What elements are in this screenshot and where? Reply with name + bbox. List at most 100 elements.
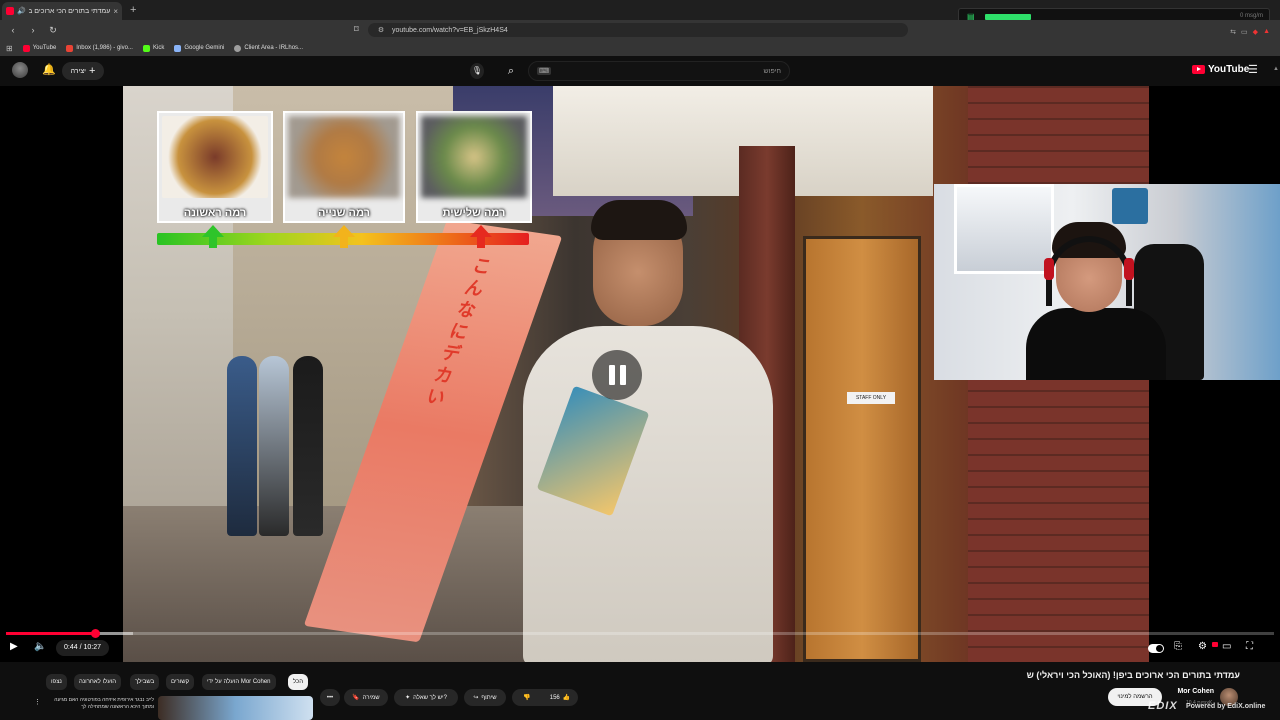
scene-wooden-door xyxy=(803,236,921,662)
like-button[interactable]: 156 👍 xyxy=(542,689,578,706)
ask-button[interactable]: ✦ יש לך שאלה? xyxy=(394,689,458,706)
fullscreen-icon[interactable]: ⛶ xyxy=(1246,641,1253,652)
staff-only-sign: STAFF ONLY xyxy=(847,392,895,404)
tab-title: עמדתי בתורים הכי ארוכים ביפ xyxy=(28,7,111,15)
voice-search-mic-icon[interactable]: 🎙 xyxy=(470,63,484,79)
video-title: עמדתי בתורים הכי ארוכים ביפן! (האוכל הכי… xyxy=(1026,670,1240,680)
forward-icon[interactable]: › xyxy=(26,25,40,35)
headset-earcup xyxy=(1044,258,1054,280)
url-text: youtube.com/watch?v=EB_jSkzH4S4 xyxy=(392,26,508,34)
chip-recent[interactable]: הועלו לאחרונה xyxy=(74,674,122,690)
globe-icon xyxy=(234,44,242,52)
host-hair xyxy=(591,200,687,240)
reload-icon[interactable]: ↻ xyxy=(46,25,60,36)
scrubber-handle[interactable] xyxy=(90,629,100,638)
more-icon: ••• xyxy=(326,694,334,701)
bystander xyxy=(259,356,289,536)
progress-fill xyxy=(6,632,95,635)
chip-for-you[interactable]: בשבילך xyxy=(130,674,160,690)
pause-bar xyxy=(619,365,626,385)
dislike-button[interactable]: 👎 xyxy=(512,689,542,706)
site-settings-icon[interactable]: ⚙ xyxy=(376,25,386,35)
browser-extensions: ⇆ ▭ ◆ ▲ xyxy=(1230,28,1270,36)
edix-powered-text: Powered by EdiX.online xyxy=(1186,703,1266,710)
subtitles-icon[interactable]: ⎘ xyxy=(1174,641,1182,652)
recommendation-more-icon[interactable]: ⋮ xyxy=(34,698,41,706)
bookmark-youtube[interactable]: YouTube xyxy=(22,44,56,52)
url-bar[interactable]: ⚙ youtube.com/watch?v=EB_jSkzH4S4 xyxy=(368,23,908,37)
hd-badge xyxy=(1212,642,1218,647)
rank-card-2: רמה שנייה xyxy=(283,111,405,223)
translate-icon[interactable]: ⇆ xyxy=(1230,28,1236,36)
search-icon[interactable]: ⌕ xyxy=(500,61,522,81)
rank-food-image-blurred xyxy=(288,116,400,198)
headset-earcup xyxy=(1124,258,1134,280)
theater-mode-icon[interactable]: ▭ xyxy=(1222,641,1231,652)
recommendation-title[interactable]: לייב נבגר אירופית איזיחה בפורטוגיה האם מ… xyxy=(44,697,154,713)
create-button[interactable]: יצירה + xyxy=(62,62,104,80)
save-button[interactable]: 🔖 שמירה xyxy=(344,689,388,706)
browser-tab[interactable]: 🔊 עמדתי בתורים הכי ארוכים ביפ × xyxy=(2,2,122,20)
bookmark-client-area[interactable]: Client Area - IRLhos... xyxy=(234,44,303,52)
notifications-bell-icon[interactable]: 🔔 xyxy=(42,63,56,76)
edix-watermark-logo: EDIX xyxy=(1148,700,1178,712)
youtube-icon xyxy=(22,44,30,52)
bookmark-icon[interactable]: ⌑ xyxy=(354,24,359,35)
ask-label: יש לך שאלה? xyxy=(413,694,447,701)
share-label: שיתוף xyxy=(481,694,497,701)
cam-wall-poster xyxy=(1112,188,1148,224)
bookmark-gemini[interactable]: Google Gemini xyxy=(174,44,224,52)
host-person xyxy=(513,196,773,662)
search-placeholder: חיפוש xyxy=(763,67,781,75)
streamer-shirt xyxy=(1026,308,1166,380)
bookmark-gmail[interactable]: Inbox (1,986) - givo... xyxy=(66,44,133,52)
autoplay-toggle[interactable] xyxy=(1148,644,1164,653)
bookmarks-bar: ⊞ YouTube Inbox (1,986) - givo... Kick G… xyxy=(0,40,1280,56)
staff-only-text: STAFF ONLY xyxy=(855,395,887,401)
adblock-icon[interactable]: ◆ xyxy=(1253,28,1258,36)
streamer-facecam xyxy=(934,184,1280,380)
bookmark-kick[interactable]: Kick xyxy=(142,44,164,52)
rank-label: רמה שנייה xyxy=(318,207,370,219)
chip-related[interactable]: קשורים xyxy=(166,674,195,690)
play-icon[interactable]: ▶ xyxy=(10,641,18,652)
account-avatar[interactable] xyxy=(12,62,28,78)
progress-bar[interactable] xyxy=(6,629,1274,638)
chip-watched[interactable]: נצפו xyxy=(46,674,67,690)
rank-food-image xyxy=(162,116,268,198)
tab-close-icon[interactable]: × xyxy=(113,7,118,16)
pause-overlay-icon[interactable] xyxy=(592,350,642,400)
share-button[interactable]: ↪ שיתוף xyxy=(464,689,506,706)
recommendation-thumbnail[interactable] xyxy=(158,696,313,720)
rank-arrow-stem xyxy=(209,236,217,248)
more-actions-button[interactable]: ••• xyxy=(320,689,340,706)
menu-hamburger-icon[interactable]: ☰ xyxy=(1248,63,1258,76)
keyboard-icon[interactable]: ⌨ xyxy=(537,67,552,75)
chat-rate-text: 0 msg/m xyxy=(1239,13,1263,19)
settings-gear-icon[interactable]: ⚙ xyxy=(1198,641,1207,652)
youtube-play-logo-icon xyxy=(1192,65,1205,74)
sparkle-icon: ✦ xyxy=(405,695,411,701)
volume-icon[interactable]: 🔈 xyxy=(34,641,46,652)
back-icon[interactable]: ‹ xyxy=(6,25,20,35)
cast-icon[interactable]: ▭ xyxy=(1241,28,1248,36)
extension-icon[interactable]: ▲ xyxy=(1263,28,1270,36)
plus-icon: + xyxy=(88,65,96,77)
scroll-up-arrow-icon[interactable]: ▲ xyxy=(1273,66,1279,72)
chip-all[interactable]: הכל xyxy=(288,674,309,690)
new-tab-button[interactable]: + xyxy=(130,4,136,16)
create-label: יצירה xyxy=(70,67,86,75)
rank-food-image-blurred xyxy=(421,116,527,198)
rank-card-3: רמה שלישית xyxy=(416,111,532,223)
gemini-icon xyxy=(174,44,182,52)
audio-icon[interactable]: 🔊 xyxy=(17,7,26,15)
bookmark-save-icon: 🔖 xyxy=(352,695,360,701)
bystander xyxy=(227,356,257,536)
search-input[interactable]: ⌨ חיפוש xyxy=(528,61,790,81)
chip-uploaded-by[interactable]: הועלה על ידי Mor Cohen xyxy=(202,674,276,690)
rank-card-1: רמה ראשונה xyxy=(157,111,273,223)
apps-icon[interactable]: ⊞ xyxy=(6,44,13,53)
thumbs-up-icon: 👍 xyxy=(562,695,571,701)
bystander xyxy=(293,356,323,536)
youtube-logo[interactable]: YouTube xyxy=(1192,64,1249,75)
